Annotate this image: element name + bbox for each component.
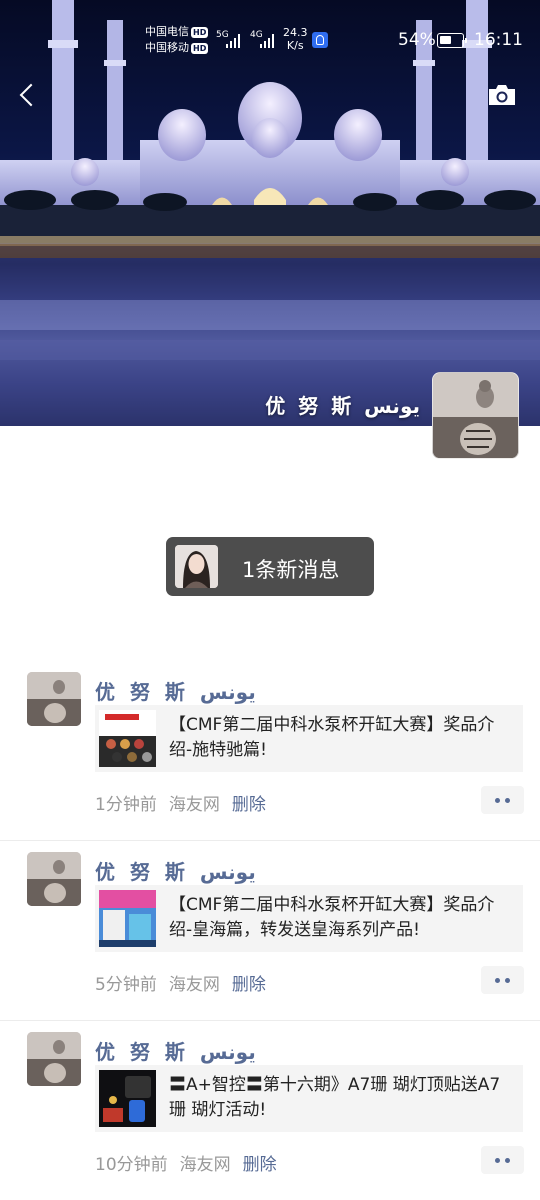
feed-post: 优 努 斯 يونس 〓A+智控〓第十六期》A7珊 瑚灯顶贴送A7珊 瑚灯活动!… — [0, 1021, 540, 1200]
vpn-icon — [312, 32, 328, 48]
signal-icon — [260, 33, 274, 48]
more-actions-button[interactable] — [481, 1146, 524, 1174]
speed-value: 24.3 — [283, 26, 308, 39]
cat-tiger-reflection-image — [27, 852, 81, 906]
coral-lamp-product-image — [99, 1070, 156, 1127]
camera-icon — [489, 85, 515, 105]
shared-link-card[interactable]: 【CMF第二届中科水泵杯开缸大赛】奖品介绍-皇海篇，转发送皇海系列产品! — [95, 885, 523, 952]
link-thumbnail — [99, 1070, 156, 1127]
post-source: 海友网 — [179, 1155, 231, 1175]
author-name[interactable]: 优 努 斯 يونس — [95, 676, 256, 705]
carrier-2: 中国移动 HD — [145, 41, 209, 55]
battery-icon — [437, 33, 467, 48]
aquarium-product-image — [99, 890, 156, 947]
cover-photo[interactable]: 中国电信 HD 中国移动 HD 5G 4G 24.3 K/s 54% 16:11 优 … — [0, 0, 540, 426]
link-thumbnail — [99, 890, 156, 947]
delete-link[interactable]: 删除 — [232, 795, 266, 815]
signal-icon — [226, 33, 240, 48]
shared-link-card[interactable]: 【CMF第二届中科水泵杯开缸大赛】奖品介绍-施特驰篇! — [95, 705, 523, 772]
post-source: 海友网 — [168, 975, 220, 995]
carrier-1-label: 中国电信 — [145, 25, 189, 38]
moments-page: 中国电信 HD 中国移动 HD 5G 4G 24.3 K/s 54% 16:11 优 … — [0, 0, 540, 1200]
post-meta: 1分钟前 海友网 删除 — [95, 790, 266, 815]
link-title: 〓A+智控〓第十六期》A7珊 瑚灯顶贴送A7珊 瑚灯活动! — [169, 1075, 501, 1120]
post-meta: 10分钟前 海友网 删除 — [95, 1150, 277, 1175]
network-speed: 24.3 K/s — [283, 26, 308, 52]
speed-unit: K/s — [286, 39, 304, 52]
cat-tiger-reflection-image — [27, 672, 81, 726]
author-name[interactable]: 优 努 斯 يونس — [95, 856, 256, 885]
battery-percent: 54% — [398, 30, 436, 50]
more-actions-button[interactable] — [481, 786, 524, 814]
battery-fill — [440, 36, 451, 44]
profile-name[interactable]: 优 努 斯 يونس — [265, 390, 420, 419]
clock: 16:11 — [474, 30, 523, 50]
link-title: 【CMF第二届中科水泵杯开缸大赛】奖品介绍-皇海篇，转发送皇海系列产品! — [169, 895, 495, 940]
carrier-1: 中国电信 HD — [145, 25, 209, 39]
author-avatar[interactable] — [27, 1032, 81, 1086]
cat-tiger-reflection-image — [433, 373, 518, 458]
camera-button[interactable] — [486, 82, 518, 108]
post-time: 5分钟前 — [95, 975, 157, 995]
author-name[interactable]: 优 努 斯 يونس — [95, 1036, 256, 1065]
hd-badge: HD — [191, 43, 209, 54]
new-message-button[interactable]: 1条新消息 — [166, 537, 374, 596]
delete-link[interactable]: 删除 — [232, 975, 266, 995]
profile-avatar[interactable] — [432, 372, 519, 459]
sender-avatar — [175, 545, 218, 588]
post-time: 1分钟前 — [95, 795, 157, 815]
author-avatar[interactable] — [27, 672, 81, 726]
status-bar: 中国电信 HD 中国移动 HD 5G 4G 24.3 K/s 54% 16:11 — [0, 0, 540, 80]
cosmetic-product-image — [99, 710, 156, 767]
cat-tiger-reflection-image — [27, 1032, 81, 1086]
shared-link-card[interactable]: 〓A+智控〓第十六期》A7珊 瑚灯顶贴送A7珊 瑚灯活动! — [95, 1065, 523, 1132]
feed-post: 优 努 斯 يونس 【CMF第二届中科水泵杯开缸大赛】奖品介绍-皇海篇，转发送… — [0, 841, 540, 1021]
hd-badge: HD — [191, 27, 209, 38]
carrier-2-label: 中国移动 — [145, 41, 189, 54]
delete-link[interactable]: 删除 — [243, 1155, 277, 1175]
back-button[interactable] — [12, 78, 42, 112]
new-message-label: 1条新消息 — [242, 558, 340, 582]
link-title: 【CMF第二届中科水泵杯开缸大赛】奖品介绍-施特驰篇! — [169, 715, 495, 760]
post-meta: 5分钟前 海友网 删除 — [95, 970, 266, 995]
more-actions-button[interactable] — [481, 966, 524, 994]
post-source: 海友网 — [168, 795, 220, 815]
link-thumbnail — [99, 710, 156, 767]
girl-portrait-image — [175, 545, 218, 588]
feed-post: 优 努 斯 يونس 【CMF第二届中科水泵杯开缸大赛】奖品介绍-施特驰篇! 1… — [0, 661, 540, 841]
author-avatar[interactable] — [27, 852, 81, 906]
post-time: 10分钟前 — [95, 1155, 168, 1175]
